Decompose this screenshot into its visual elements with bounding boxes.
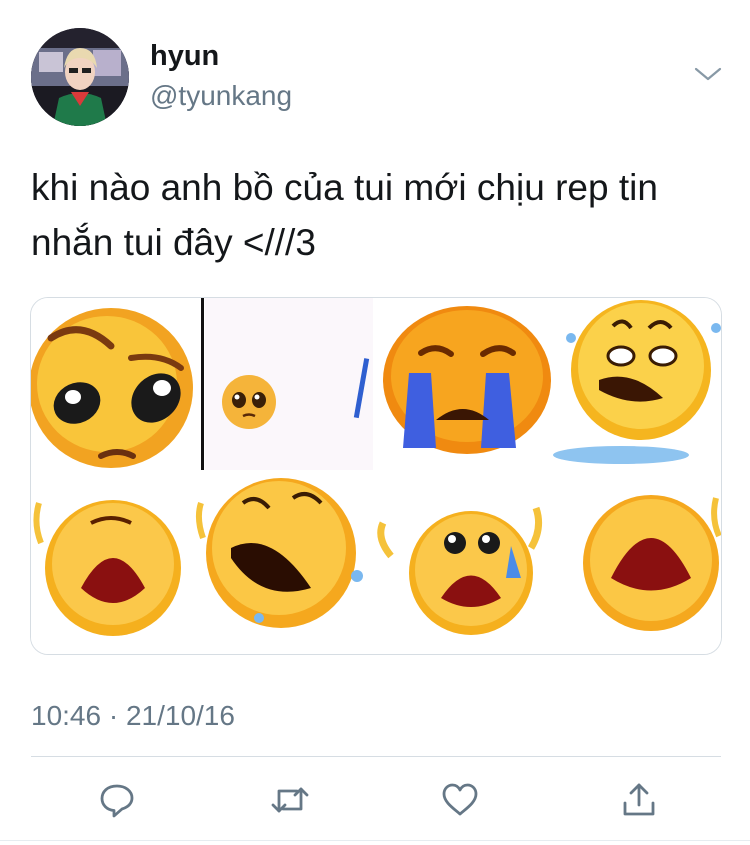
username-handle[interactable]: @tyunkang	[150, 80, 292, 112]
share-icon	[623, 783, 655, 816]
crying-emoji-collage-image	[31, 298, 721, 654]
loudly-crying-emoji	[383, 306, 551, 454]
avatar[interactable]	[31, 28, 129, 126]
reply-button[interactable]	[97, 780, 137, 820]
pleading-emoji-large	[31, 308, 193, 468]
tweet-timestamp[interactable]: 10:46 · 21/10/16	[31, 700, 235, 732]
chevron-down-icon	[694, 67, 722, 81]
retweet-icon	[271, 787, 309, 813]
bottom-divider	[0, 840, 750, 841]
tweet-menu-button[interactable]	[693, 64, 723, 84]
retweet-button[interactable]	[270, 780, 310, 820]
tweet-text: khi nào anh bồ của tui mới chịu rep tin …	[31, 167, 658, 263]
tweet-media[interactable]	[30, 297, 722, 655]
pleading-emoji-small	[205, 298, 373, 470]
divider	[31, 756, 721, 757]
like-button[interactable]	[440, 780, 480, 820]
heart-icon	[442, 783, 478, 816]
display-name[interactable]: hyun	[150, 40, 219, 73]
wailing-emoji-4	[583, 495, 721, 631]
avatar-image	[31, 28, 129, 126]
share-button[interactable]	[619, 780, 659, 820]
reply-icon	[100, 784, 134, 818]
